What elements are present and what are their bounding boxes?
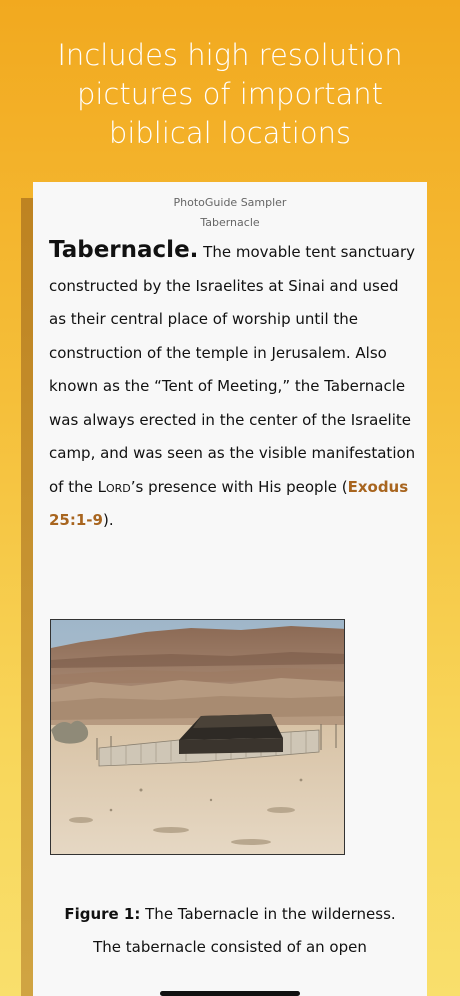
page-header: PhotoGuide Sampler Tabernacle [33, 193, 427, 233]
entry-text-3: ). [102, 511, 114, 529]
lord-smallcaps: Lord [97, 477, 131, 496]
tabernacle-photo[interactable] [50, 619, 345, 855]
article-body: Tabernacle. The movable tent sanctuary c… [49, 234, 417, 538]
section-title: Tabernacle [200, 216, 260, 229]
figure-label: Figure 1: [64, 905, 141, 923]
reader-page[interactable]: PhotoGuide Sampler Tabernacle Tabernacle… [33, 182, 427, 996]
promo-headline: Includes high resolution pictures of imp… [57, 38, 403, 150]
entry-text-2: ’s presence with His people ( [130, 477, 348, 496]
figure-caption-text: The Tabernacle in the wilderness. [140, 905, 396, 923]
entry-term: Tabernacle. [49, 237, 199, 263]
home-indicator[interactable] [160, 991, 300, 996]
app-name: PhotoGuide Sampler [173, 196, 287, 209]
entry-text-1: The movable tent sanctuary constructed b… [49, 243, 416, 496]
figure-caption: Figure 1: The Tabernacle in the wilderne… [33, 898, 427, 964]
caption-continued: The tabernacle consisted of an open [93, 938, 367, 956]
tabernacle-photo-image [51, 620, 344, 854]
